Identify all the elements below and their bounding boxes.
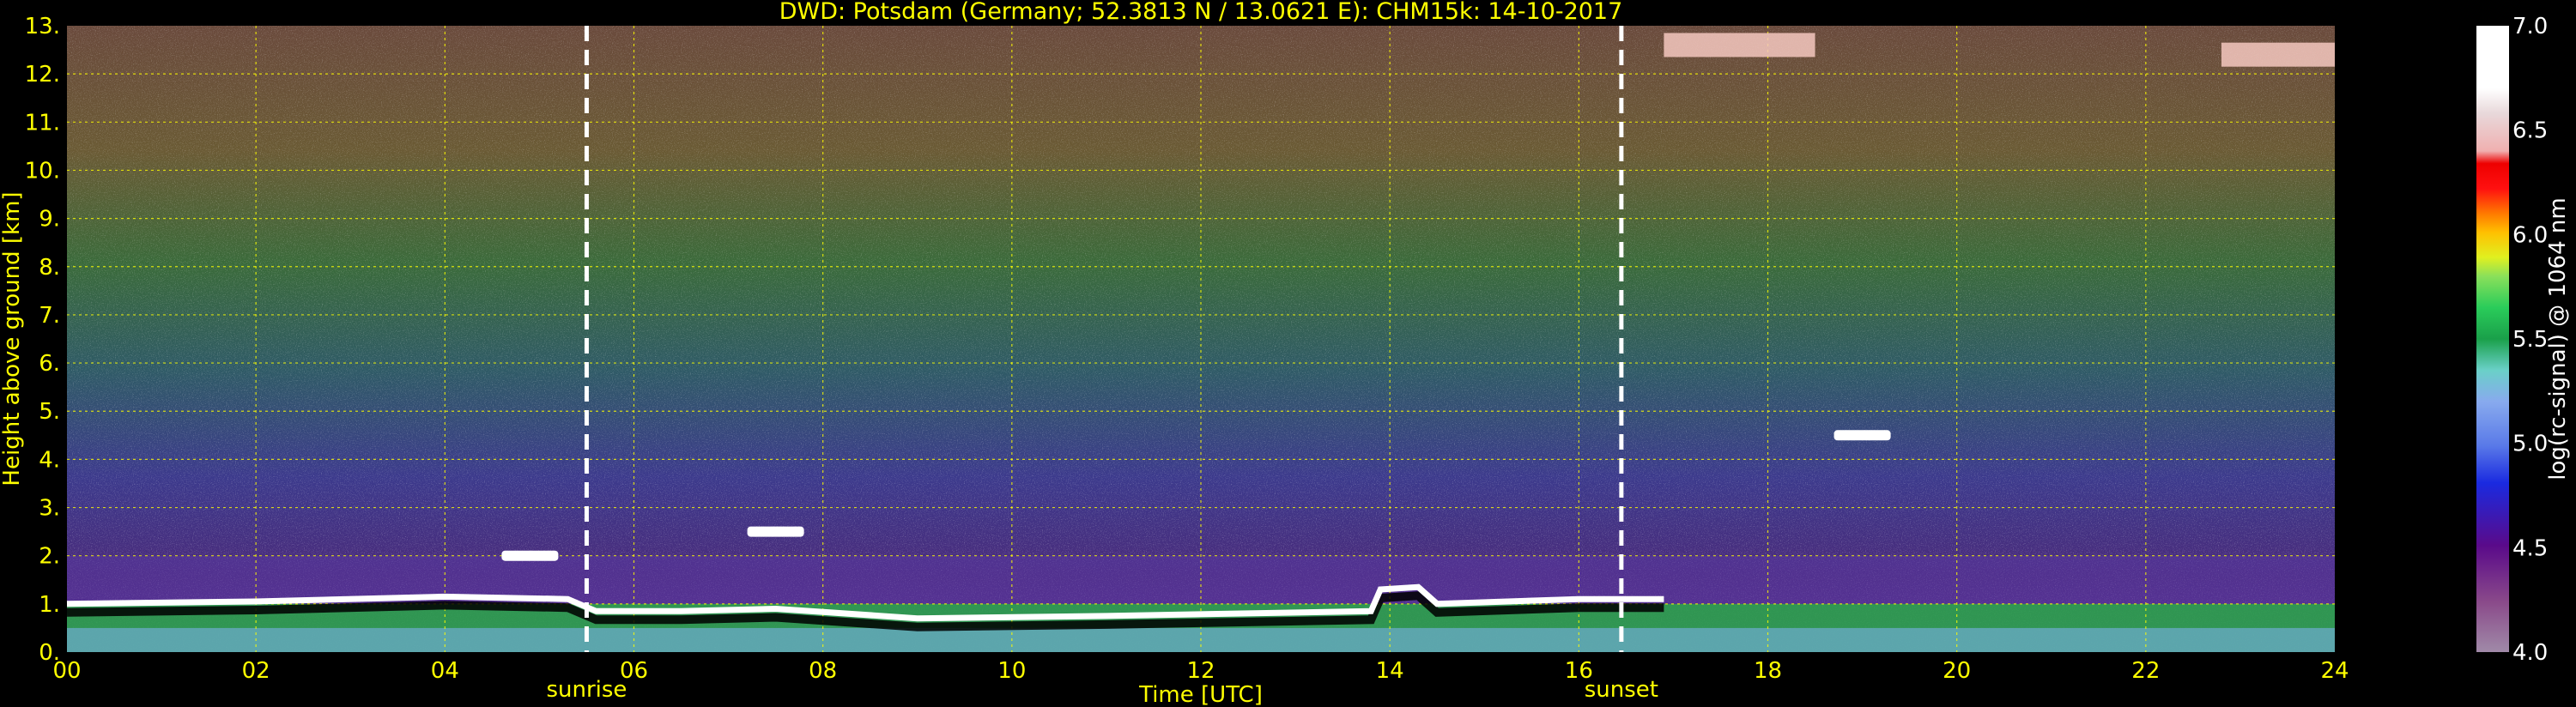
x-tick-label: 00 xyxy=(52,658,81,684)
x-tick-label: 16 xyxy=(1565,658,1593,684)
x-tick-label: 02 xyxy=(242,658,270,684)
elevated-aerosol-layer xyxy=(747,526,804,537)
x-tick-label: 04 xyxy=(431,658,459,684)
chart-title: DWD: Potsdam (Germany; 52.3813 N / 13.06… xyxy=(779,0,1623,25)
y-tick-label: 2. xyxy=(39,544,60,570)
y-tick-label: 10. xyxy=(25,158,60,184)
y-tick-label: 6. xyxy=(39,351,60,377)
plot-area: sunrise sunset xyxy=(66,26,2335,703)
x-tick-label: 10 xyxy=(997,658,1026,684)
x-tick-label: 12 xyxy=(1186,658,1215,684)
y-tick-label: 12. xyxy=(25,62,60,88)
colorbar-tick-label: 7.0 xyxy=(2512,14,2548,39)
colorbar-tick-label: 6.5 xyxy=(2512,118,2548,144)
x-tick-label: 14 xyxy=(1376,658,1404,684)
y-tick-label: 4. xyxy=(39,447,60,473)
colorbar-tick-label: 6.0 xyxy=(2512,222,2548,248)
y-tick-label: 5. xyxy=(39,399,60,425)
colorbar-tick-label: 5.0 xyxy=(2512,432,2548,457)
x-axis-label: Time [UTC] xyxy=(1138,682,1263,707)
y-tick-label: 8. xyxy=(39,255,60,281)
colorbar-scale xyxy=(2476,26,2509,652)
x-tick-label: 18 xyxy=(1754,658,1782,684)
y-tick-label: 7. xyxy=(39,303,60,329)
sunset-label: sunset xyxy=(1585,677,1658,703)
y-axis-label: Height above ground [km] xyxy=(0,191,25,486)
y-tick-label: 11. xyxy=(25,110,60,136)
y-tick-label: 9. xyxy=(39,207,60,233)
x-axis-ticks: 00 02 04 06 08 10 12 14 16 18 20 22 24 xyxy=(52,658,2349,684)
high-cirrus-cloud xyxy=(2221,42,2335,67)
y-axis-ticks: 0.1.2.3.4.5.6.7.8.9.10.11.12.13. xyxy=(25,14,60,666)
x-tick-label: 24 xyxy=(2320,658,2349,684)
x-tick-label: 20 xyxy=(1943,658,1971,684)
colorbar-ticks: 4.0 4.5 5.0 5.5 6.0 6.5 7.0 xyxy=(2512,14,2548,666)
colorbar-tick-label: 4.5 xyxy=(2512,535,2548,561)
lidar-chart: sunrise sunset 0.1.2.3.4.5.6.7.8.9.10.11.… xyxy=(0,0,2571,707)
y-tick-label: 1. xyxy=(39,592,60,618)
x-tick-label: 08 xyxy=(809,658,837,684)
colorbar: 4.0 4.5 5.0 5.5 6.0 6.5 7.0 log(rc-signal) @ 1… xyxy=(2476,14,2571,666)
high-cirrus-cloud xyxy=(1664,33,1815,57)
elevated-aerosol-layer xyxy=(1834,430,1891,441)
x-tick-label: 22 xyxy=(2131,658,2160,684)
y-tick-label: 13. xyxy=(25,14,60,39)
x-tick-label: 06 xyxy=(620,658,648,684)
colorbar-tick-label: 4.0 xyxy=(2512,640,2548,666)
colorbar-tick-label: 5.5 xyxy=(2512,327,2548,353)
y-tick-label: 3. xyxy=(39,496,60,522)
sunrise-label: sunrise xyxy=(546,677,627,703)
colorbar-label: log(rc-signal) @ 1064 nm xyxy=(2545,197,2571,480)
elevated-aerosol-layer xyxy=(501,550,559,561)
